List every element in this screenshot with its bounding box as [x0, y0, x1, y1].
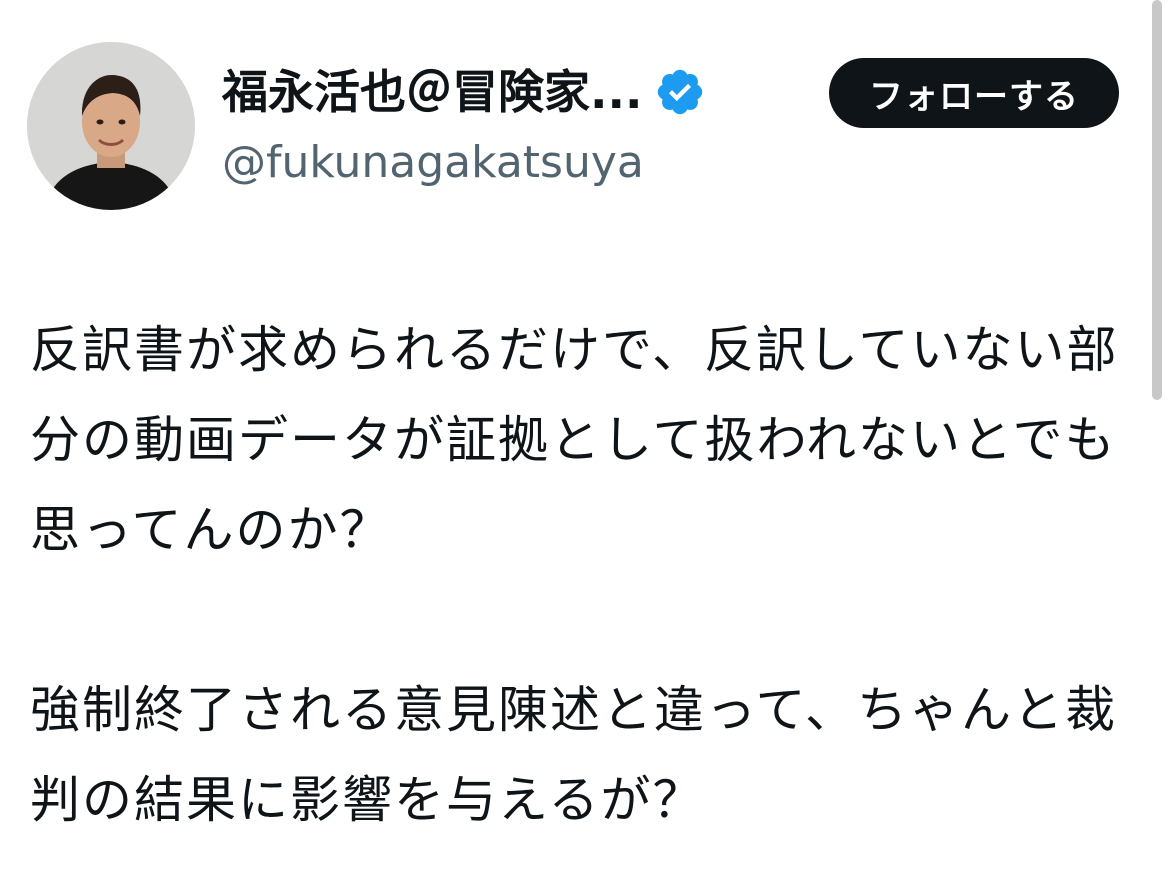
scrollbar-thumb[interactable]: [1152, 0, 1162, 400]
author-avatar[interactable]: [27, 42, 195, 210]
tweet-body: 反訳書が求められるだけで、反訳していない部分の動画データが証拠として扱われないと…: [30, 305, 1120, 845]
author-name-row: 福永活也＠冒険家...: [222, 62, 706, 122]
verified-badge-icon: [654, 66, 706, 118]
tweet-card: 福永活也＠冒険家... @fukunagakatsuya フォローする 反訳書が…: [0, 0, 1170, 877]
tweet-paragraph: 反訳書が求められるだけで、反訳していない部分の動画データが証拠として扱われないと…: [30, 321, 1119, 559]
avatar-image: [27, 42, 195, 210]
follow-button[interactable]: フォローする: [829, 58, 1119, 128]
author-display-name[interactable]: 福永活也＠冒険家...: [222, 62, 642, 122]
tweet-paragraph: 強制終了される意見陳述と違って、ちゃんと裁判の結果に影響を与えるが？: [30, 681, 1117, 829]
author-handle[interactable]: @fukunagakatsuya: [222, 134, 644, 192]
